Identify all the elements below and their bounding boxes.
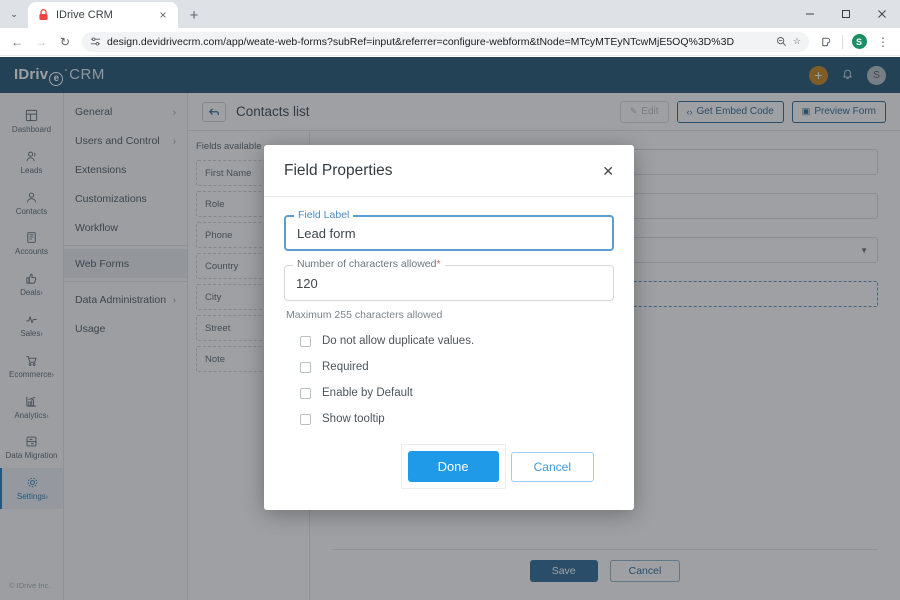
browser-menu-icon[interactable]: ⋮ <box>872 31 894 53</box>
char-limit-legend: Number of characters allowed* <box>293 259 445 270</box>
checkbox-row-show-tooltip[interactable]: Show tooltip <box>284 413 614 425</box>
checkbox-label: Show tooltip <box>322 413 385 425</box>
new-tab-button[interactable]: + <box>181 2 207 28</box>
zoom-icon[interactable] <box>776 36 787 47</box>
browser-tab-title: IDrive CRM <box>56 9 113 21</box>
checkbox-row-enable-by-default[interactable]: Enable by Default <box>284 387 614 399</box>
maximize-icon[interactable] <box>828 0 864 28</box>
window-controls <box>792 0 900 28</box>
dialog-header: Field Properties ✕ <box>264 145 634 197</box>
browser-tab[interactable]: IDrive CRM × <box>28 2 178 28</box>
checkbox-icon[interactable] <box>300 335 311 347</box>
dialog-body: Field Label Lead form Number of characte… <box>264 197 634 510</box>
window-close-icon[interactable] <box>864 0 900 28</box>
dialog-title: Field Properties <box>284 161 393 179</box>
checkbox-row-required[interactable]: Required <box>284 361 614 373</box>
profile-initial: S <box>851 34 867 49</box>
profile-avatar[interactable]: S <box>848 31 870 53</box>
idrive-lock-icon <box>36 8 50 22</box>
toolbar-divider <box>842 34 843 49</box>
bookmark-star-icon[interactable]: ☆ <box>793 36 801 47</box>
checkbox-icon[interactable] <box>300 413 311 425</box>
minimize-icon[interactable] <box>792 0 828 28</box>
done-button-highlight: Done <box>401 445 505 488</box>
field-label-input[interactable]: Field Label Lead form <box>284 210 614 251</box>
char-limit-input[interactable]: Number of characters allowed* 120 <box>284 259 614 301</box>
field-label-legend: Field Label <box>294 210 354 221</box>
field-label-value: Lead form <box>297 225 356 241</box>
checkbox-label: Required <box>322 361 369 373</box>
checkbox-label: Do not allow duplicate values. <box>322 335 475 347</box>
back-icon[interactable]: ← <box>6 31 28 53</box>
reload-icon[interactable]: ↻ <box>54 31 76 53</box>
browser-tabstrip: ⌄ IDrive CRM × + <box>0 0 900 28</box>
char-limit-helper-text: Maximum 255 characters allowed <box>286 309 443 321</box>
checkbox-label: Enable by Default <box>322 387 413 399</box>
app-root: ⌄ IDrive CRM × + ← → ↻ design.devidrivec… <box>0 0 900 600</box>
checkbox-icon[interactable] <box>300 361 311 373</box>
dialog-cancel-button[interactable]: Cancel <box>510 451 594 482</box>
char-limit-value: 120 <box>296 275 318 291</box>
browser-toolbar: ← → ↻ design.devidrivecrm.com/app/weate-… <box>0 28 900 56</box>
close-icon[interactable]: × <box>156 9 170 21</box>
address-bar[interactable]: design.devidrivecrm.com/app/weate-web-fo… <box>82 31 809 52</box>
required-asterisk: * <box>436 258 441 270</box>
dialog-actions: Done Cancel <box>284 439 614 510</box>
forward-icon[interactable]: → <box>30 31 52 53</box>
site-settings-icon[interactable] <box>90 36 101 47</box>
field-properties-dialog: Field Properties ✕ Field Label Lead form… <box>264 145 634 510</box>
close-icon[interactable]: ✕ <box>602 164 614 178</box>
checkbox-row-no-duplicates[interactable]: Do not allow duplicate values. <box>284 335 614 347</box>
done-button[interactable]: Done <box>407 451 499 482</box>
checkbox-icon[interactable] <box>300 387 311 399</box>
extensions-icon[interactable] <box>815 31 837 53</box>
tab-search-icon[interactable]: ⌄ <box>0 0 28 28</box>
address-bar-url: design.devidrivecrm.com/app/weate-web-fo… <box>107 35 735 48</box>
